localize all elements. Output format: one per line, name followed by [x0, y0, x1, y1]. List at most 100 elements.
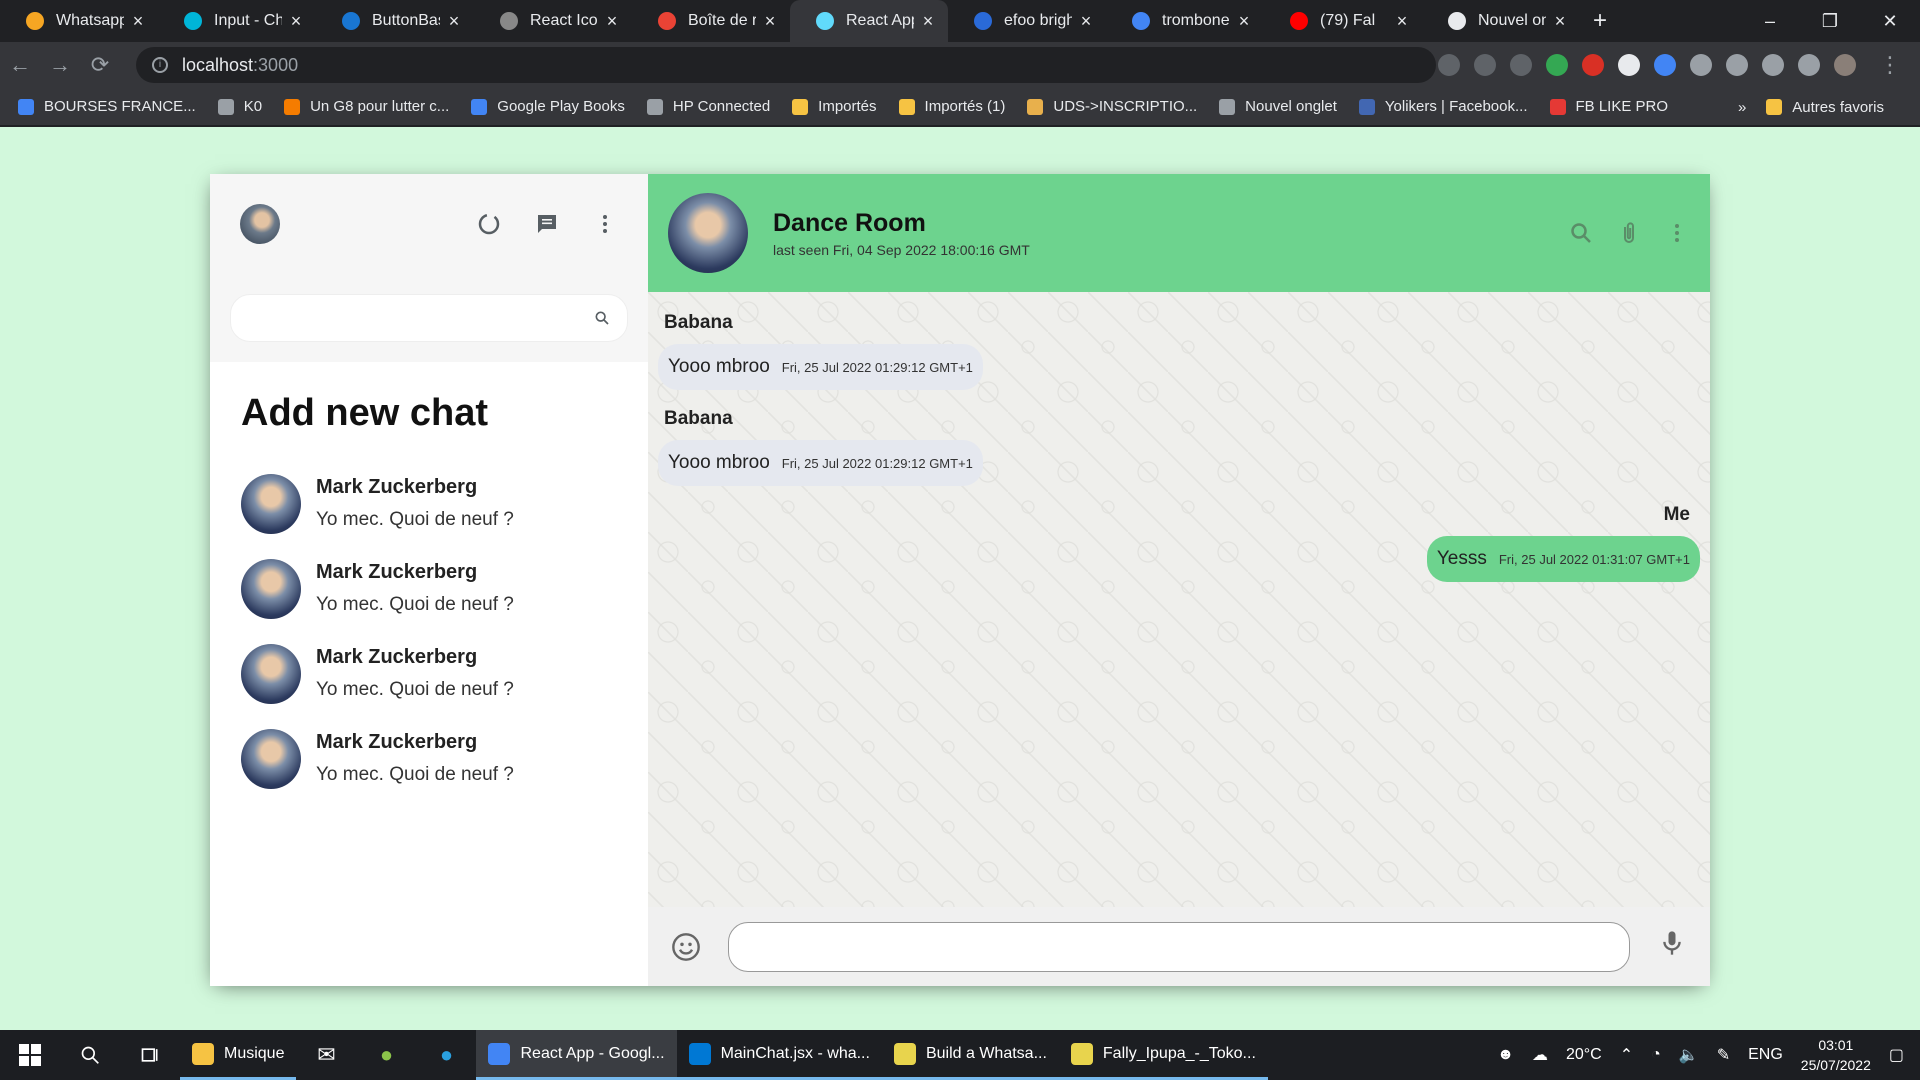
bookmarks-more-button[interactable]: »: [1738, 99, 1746, 116]
search-input[interactable]: [243, 309, 589, 327]
extension-icon[interactable]: [1654, 54, 1676, 76]
profile-avatar[interactable]: [1834, 54, 1856, 76]
edge-icon[interactable]: ●: [416, 1030, 476, 1080]
reload-icon[interactable]: ⟳: [80, 52, 120, 78]
close-tab-icon[interactable]: ×: [1552, 11, 1568, 32]
chat-icon[interactable]: [534, 211, 560, 237]
close-window-icon[interactable]: ✕: [1860, 11, 1920, 32]
close-tab-icon[interactable]: ×: [130, 11, 146, 32]
people-icon[interactable]: ☻: [1497, 1046, 1514, 1064]
weather-temp[interactable]: 20°C: [1566, 1046, 1602, 1064]
chat-list-item[interactable]: Mark Zuckerberg Yo mec. Quoi de neuf ?: [210, 546, 648, 631]
taskbar-app[interactable]: Musique: [180, 1030, 297, 1080]
extension-icon[interactable]: [1546, 54, 1568, 76]
bookmark-item[interactable]: Importés: [792, 98, 877, 115]
close-tab-icon[interactable]: ×: [762, 11, 778, 32]
message: Me Yesss Fri, 25 Jul 2022 01:31:07 GMT+1: [658, 504, 1700, 582]
chrome-menu-icon[interactable]: ⋮: [1870, 52, 1910, 78]
refresh-icon[interactable]: [476, 211, 502, 237]
tab-title: Whatsapp c: [56, 12, 124, 29]
mic-icon[interactable]: [1654, 928, 1690, 965]
notifications-icon[interactable]: ▢: [1889, 1045, 1904, 1065]
bookmark-item[interactable]: UDS->INSCRIPTIO...: [1027, 98, 1197, 115]
translate-icon[interactable]: [1438, 54, 1460, 76]
bookmark-item[interactable]: Un G8 pour lutter c...: [284, 98, 449, 115]
attach-icon[interactable]: [1616, 220, 1642, 246]
chat-list-item[interactable]: Mark Zuckerberg Yo mec. Quoi de neuf ?: [210, 631, 648, 716]
add-new-chat-button[interactable]: Add new chat: [210, 362, 648, 461]
close-tab-icon[interactable]: ×: [1394, 11, 1410, 32]
chat-list-item[interactable]: Mark Zuckerberg Yo mec. Quoi de neuf ?: [210, 716, 648, 801]
new-tab-icon[interactable]: +: [1580, 7, 1620, 35]
sidepanel-icon[interactable]: [1798, 54, 1820, 76]
site-info-icon[interactable]: i: [152, 57, 168, 73]
more-vert-icon[interactable]: [592, 211, 618, 237]
room-avatar[interactable]: [668, 193, 748, 273]
volume-icon[interactable]: 🔈: [1679, 1045, 1699, 1065]
media-icon[interactable]: [1762, 54, 1784, 76]
browser-tab[interactable]: React App ×: [790, 0, 948, 42]
weather-icon[interactable]: ☁: [1532, 1045, 1548, 1065]
browser-tab[interactable]: React Icons ×: [474, 0, 632, 42]
forward-icon[interactable]: →: [40, 52, 80, 78]
puzzle-icon[interactable]: [1726, 54, 1748, 76]
tab-title: (79) Fal: [1320, 12, 1376, 29]
bookmark-item[interactable]: Nouvel onglet: [1219, 98, 1337, 115]
mail-icon[interactable]: ✉: [296, 1030, 356, 1080]
taskbar-app[interactable]: MainChat.jsx - wha...: [676, 1030, 882, 1080]
browser-tab[interactable]: Whatsapp c ×: [0, 0, 158, 42]
search-container: [230, 294, 628, 342]
taskbar-app[interactable]: Fally_Ipupa_-_Toko...: [1058, 1030, 1268, 1080]
windows-start-icon[interactable]: [0, 1030, 60, 1080]
share-icon[interactable]: [1474, 54, 1496, 76]
close-tab-icon[interactable]: ×: [1078, 11, 1094, 32]
back-icon[interactable]: ←: [0, 52, 40, 78]
language-indicator[interactable]: ENG: [1748, 1046, 1783, 1064]
task-view-icon[interactable]: [120, 1030, 180, 1080]
browser-tab[interactable]: ButtonBase ×: [316, 0, 474, 42]
chevron-up-icon[interactable]: ⌃: [1620, 1045, 1633, 1065]
browser-tab[interactable]: Boîte de réc ×: [632, 0, 790, 42]
bookmark-item[interactable]: FB LIKE PRO: [1549, 98, 1668, 115]
maximize-icon[interactable]: ❐: [1800, 11, 1860, 32]
taskbar-app[interactable]: Build a Whatsa...: [881, 1030, 1059, 1080]
search-icon[interactable]: [589, 305, 615, 331]
more-vert-icon[interactable]: [1664, 220, 1690, 246]
chat-list-item[interactable]: Mark Zuckerberg Yo mec. Quoi de neuf ?: [210, 461, 648, 546]
pen-icon[interactable]: ✎: [1717, 1045, 1730, 1065]
browser-tab[interactable]: trombone e ×: [1106, 0, 1264, 42]
taskbar-app[interactable]: React App - Googl...: [476, 1030, 677, 1080]
bookmark-item[interactable]: Yolikers | Facebook...: [1358, 98, 1528, 115]
search-icon[interactable]: [1568, 220, 1594, 246]
user-avatar[interactable]: [240, 204, 280, 244]
close-tab-icon[interactable]: ×: [920, 11, 936, 32]
bookmark-item[interactable]: Importés (1): [898, 98, 1005, 115]
bookmark-item[interactable]: Google Play Books: [471, 98, 625, 115]
browser-tab[interactable]: efoo bright ×: [948, 0, 1106, 42]
close-tab-icon[interactable]: ×: [604, 11, 620, 32]
bookmark-item[interactable]: K0: [217, 98, 262, 115]
address-bar[interactable]: i localhost:3000: [136, 47, 1436, 83]
emoji-icon[interactable]: [668, 929, 704, 965]
search-icon[interactable]: [60, 1030, 120, 1080]
bookmark-item[interactable]: BOURSES FRANCE...: [18, 98, 196, 115]
extension-icon[interactable]: [1690, 54, 1712, 76]
other-bookmarks-folder[interactable]: Autres favoris: [1766, 99, 1884, 116]
extension-icon[interactable]: [1582, 54, 1604, 76]
close-tab-icon[interactable]: ×: [446, 11, 462, 32]
tab-title: efoo bright: [1004, 12, 1072, 29]
network-icon[interactable]: ◔: [1651, 1046, 1661, 1064]
star-icon[interactable]: [1510, 54, 1532, 76]
chat-body[interactable]: Babana Yooo mbroo Fri, 25 Jul 2022 01:29:1…: [648, 292, 1710, 907]
app-icon[interactable]: ●: [356, 1030, 416, 1080]
close-tab-icon[interactable]: ×: [1236, 11, 1252, 32]
extension-icon[interactable]: [1618, 54, 1640, 76]
bookmark-item[interactable]: HP Connected: [646, 98, 770, 115]
message-input[interactable]: [728, 921, 1630, 972]
minimize-icon[interactable]: –: [1740, 11, 1800, 32]
close-tab-icon[interactable]: ×: [288, 11, 304, 32]
browser-tab[interactable]: Nouvel ong ×: [1422, 0, 1580, 42]
browser-tab[interactable]: Input - Cha ×: [158, 0, 316, 42]
clock[interactable]: 03:01 25/07/2022: [1801, 1035, 1871, 1075]
browser-tab[interactable]: (79) Fal ×: [1264, 0, 1422, 42]
